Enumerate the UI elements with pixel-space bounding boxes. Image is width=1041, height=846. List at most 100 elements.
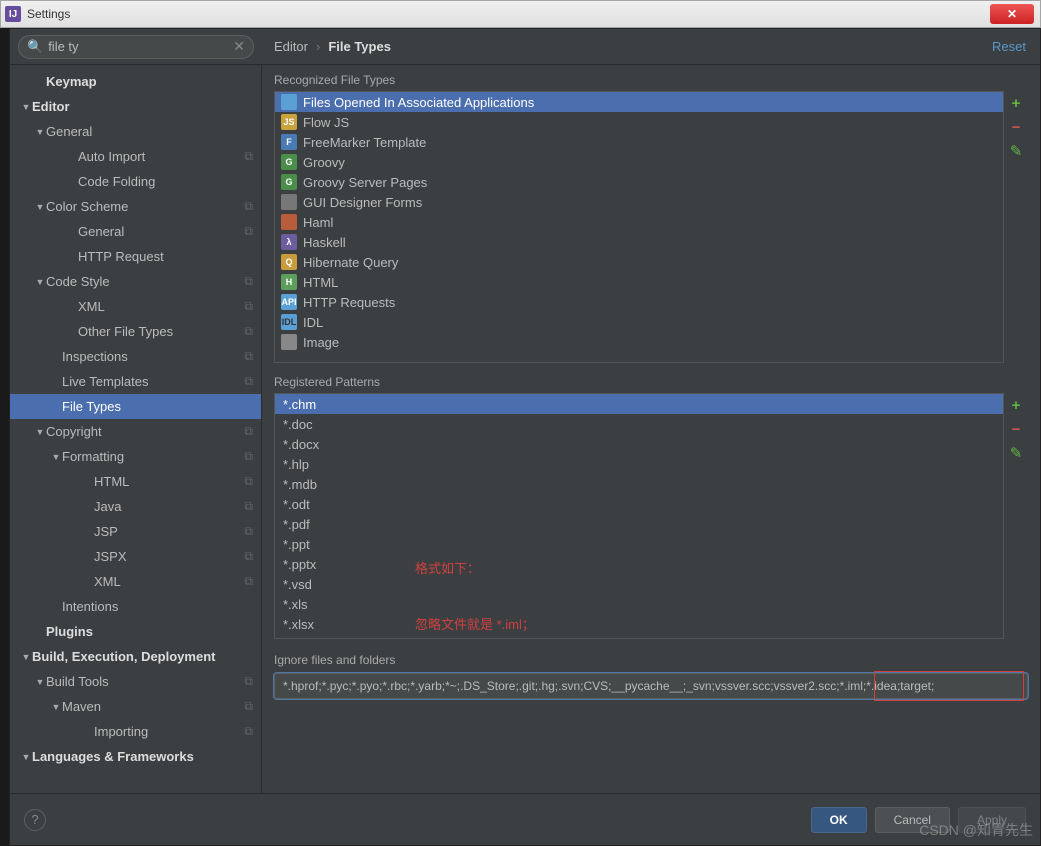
sidebar-item-auto-import[interactable]: Auto Import⧉ <box>10 144 261 169</box>
file-type-row[interactable]: GUI Designer Forms <box>275 192 1003 212</box>
settings-tree[interactable]: Keymap Editor GeneralAuto Import⧉Code Fold… <box>10 65 262 793</box>
sidebar-item-general[interactable]: General <box>10 119 261 144</box>
sidebar-item-java[interactable]: Java⧉ <box>10 494 261 519</box>
search-input[interactable] <box>48 39 233 54</box>
remove-file-type-button[interactable]: − <box>1008 119 1024 135</box>
sidebar-item-inspections[interactable]: Inspections⧉ <box>10 344 261 369</box>
tree-arrow-icon[interactable] <box>20 102 32 112</box>
sidebar-item-formatting[interactable]: Formatting⧉ <box>10 444 261 469</box>
ok-button[interactable]: OK <box>811 807 867 833</box>
tree-arrow-icon[interactable] <box>20 652 32 662</box>
sidebar-item-code-folding[interactable]: Code Folding <box>10 169 261 194</box>
reset-link[interactable]: Reset <box>978 29 1040 64</box>
pattern-row[interactable]: *.mdb <box>275 474 1003 494</box>
sidebar-item-build-tools[interactable]: Build Tools⧉ <box>10 669 261 694</box>
file-type-row[interactable]: Files Opened In Associated Applications <box>275 92 1003 112</box>
pattern-row[interactable]: *.doc <box>275 414 1003 434</box>
sidebar-item-keymap[interactable]: Keymap <box>10 69 261 94</box>
pattern-row[interactable]: *.ppt <box>275 534 1003 554</box>
sidebar-item-jspx[interactable]: JSPX⧉ <box>10 544 261 569</box>
cancel-button[interactable]: Cancel <box>875 807 950 833</box>
file-type-row[interactable]: APIHTTP Requests <box>275 292 1003 312</box>
sidebar-item-label: XML <box>94 574 244 589</box>
sidebar-item-xml[interactable]: XML⧉ <box>10 569 261 594</box>
pattern-row[interactable]: *.xlsx <box>275 614 1003 634</box>
file-type-row[interactable]: QHibernate Query <box>275 252 1003 272</box>
sidebar-item-maven[interactable]: Maven⧉ <box>10 694 261 719</box>
window-title: Settings <box>27 7 70 21</box>
dialog-footer: ? OK Cancel Apply <box>10 793 1040 845</box>
file-type-row[interactable]: Image <box>275 332 1003 352</box>
edit-file-type-button[interactable]: ✎ <box>1008 143 1024 159</box>
sidebar-item-languages-frameworks[interactable]: Languages & Frameworks <box>10 744 261 769</box>
sidebar-item-editor[interactable]: Editor <box>10 94 261 119</box>
pattern-row[interactable]: *.vsd <box>275 574 1003 594</box>
edit-pattern-button[interactable]: ✎ <box>1008 445 1024 461</box>
sidebar-item-label: Languages & Frameworks <box>32 749 253 764</box>
add-pattern-button[interactable]: + <box>1008 397 1024 413</box>
sidebar-item-code-style[interactable]: Code Style⧉ <box>10 269 261 294</box>
sidebar-item-file-types[interactable]: File Types <box>10 394 261 419</box>
sidebar-item-plugins[interactable]: Plugins <box>10 619 261 644</box>
tree-arrow-icon[interactable] <box>34 277 46 287</box>
sidebar-item-xml[interactable]: XML⧉ <box>10 294 261 319</box>
sidebar-item-other-file-types[interactable]: Other File Types⧉ <box>10 319 261 344</box>
file-type-row[interactable]: GGroovy Server Pages <box>275 172 1003 192</box>
sidebar-item-label: Maven <box>62 699 244 714</box>
close-button[interactable]: ✕ <box>990 4 1034 24</box>
add-file-type-button[interactable]: + <box>1008 95 1024 111</box>
remove-pattern-button[interactable]: − <box>1008 421 1024 437</box>
sidebar-item-label: Editor <box>32 99 253 114</box>
tree-arrow-icon[interactable] <box>50 702 62 712</box>
file-type-icon <box>281 214 297 230</box>
sidebar-item-intentions[interactable]: Intentions <box>10 594 261 619</box>
recognized-label: Recognized File Types <box>274 73 1028 87</box>
file-type-icon: JS <box>281 114 297 130</box>
pattern-row[interactable]: *.odt <box>275 494 1003 514</box>
clear-search-icon[interactable]: ✕ <box>233 38 245 55</box>
pattern-row[interactable]: *.pdf <box>275 514 1003 534</box>
help-button[interactable]: ? <box>24 809 46 831</box>
sidebar-item-color-scheme[interactable]: Color Scheme⧉ <box>10 194 261 219</box>
pattern-row[interactable]: *.chm <box>275 394 1003 414</box>
breadcrumb-root[interactable]: Editor <box>274 39 308 54</box>
pattern-row[interactable]: *.docx <box>275 434 1003 454</box>
sidebar-item-copyright[interactable]: Copyright⧉ <box>10 419 261 444</box>
sidebar-item-jsp[interactable]: JSP⧉ <box>10 519 261 544</box>
file-type-row[interactable]: IDLIDL <box>275 312 1003 332</box>
pattern-row[interactable]: *.hlp <box>275 454 1003 474</box>
tree-arrow-icon[interactable] <box>34 202 46 212</box>
pattern-row[interactable]: *.xls <box>275 594 1003 614</box>
sidebar-item-html[interactable]: HTML⧉ <box>10 469 261 494</box>
apply-button[interactable]: Apply <box>958 807 1026 833</box>
registered-label: Registered Patterns <box>274 375 1028 389</box>
file-type-row[interactable]: GGroovy <box>275 152 1003 172</box>
file-type-row[interactable]: Haml <box>275 212 1003 232</box>
tree-arrow-icon[interactable] <box>34 127 46 137</box>
copy-icon: ⧉ <box>244 374 253 389</box>
patterns-toolbar: + − ✎ <box>1004 393 1028 639</box>
patterns-list[interactable]: *.chm*.doc*.docx*.hlp*.mdb*.odt*.pdf*.pp… <box>274 393 1004 639</box>
sidebar-item-importing[interactable]: Importing⧉ <box>10 719 261 744</box>
tree-arrow-icon[interactable] <box>34 427 46 437</box>
tree-arrow-icon[interactable] <box>20 752 32 762</box>
tree-arrow-icon[interactable] <box>50 452 62 462</box>
ignore-input[interactable] <box>274 673 1028 699</box>
pattern-row[interactable]: *.pptx <box>275 554 1003 574</box>
file-type-row[interactable]: FFreeMarker Template <box>275 132 1003 152</box>
sidebar-item-label: JSPX <box>94 549 244 564</box>
sidebar-item-label: JSP <box>94 524 244 539</box>
sidebar-item-http-request[interactable]: HTTP Request <box>10 244 261 269</box>
sidebar-item-live-templates[interactable]: Live Templates⧉ <box>10 369 261 394</box>
sidebar-item-build-execution-deployment[interactable]: Build, Execution, Deployment <box>10 644 261 669</box>
file-type-row[interactable]: HHTML <box>275 272 1003 292</box>
file-types-list[interactable]: Files Opened In Associated ApplicationsJ… <box>274 91 1004 363</box>
tree-arrow-icon[interactable] <box>34 677 46 687</box>
file-type-label: Haml <box>303 215 333 230</box>
file-type-row[interactable]: λHaskell <box>275 232 1003 252</box>
file-type-row[interactable]: JSFlow JS <box>275 112 1003 132</box>
sidebar-item-general[interactable]: General⧉ <box>10 219 261 244</box>
file-type-label: Image <box>303 335 339 350</box>
copy-icon: ⧉ <box>244 324 253 339</box>
breadcrumb: Editor › File Types <box>262 29 978 64</box>
